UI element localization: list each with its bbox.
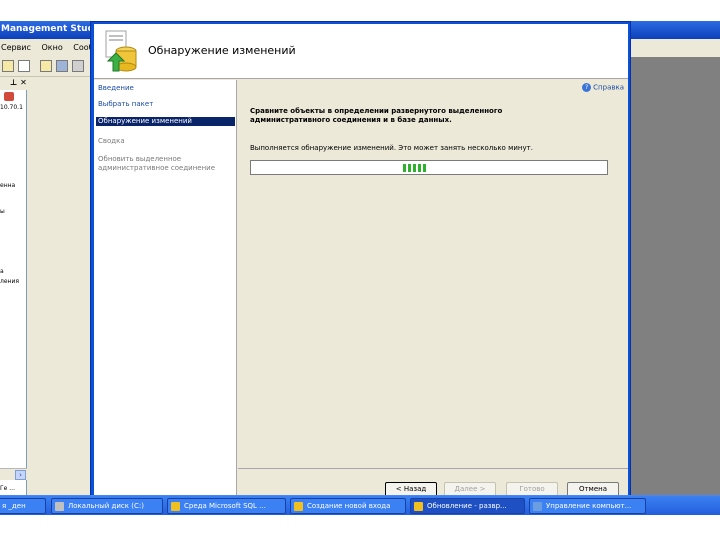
tree-node-fragment[interactable]: ления [0,278,19,285]
ssms-document-area [628,57,720,495]
menu-item-service[interactable]: Сервис [1,43,31,52]
wizard-dialog: Обнаружение изменений Введение Выбрать п… [90,21,631,499]
help-link[interactable]: ? Справка [582,83,624,92]
dialog-body: Обнаружение изменений Введение Выбрать п… [94,24,628,497]
nav-item-update[interactable]: Обновить выделенное [96,155,235,164]
nav-item-introduction[interactable]: Введение [96,84,235,93]
taskbar-item-computer-management[interactable]: Управление компьют... [529,498,646,514]
dialog-title: Обнаружение изменений [148,44,296,57]
help-icon: ? [582,83,592,92]
tree-node-fragment[interactable]: ы [0,208,5,215]
taskbar-item-local-disk[interactable]: Локальный диск (C:) [51,498,163,514]
taskbar-item-update[interactable]: Обновление - развр... [410,498,525,514]
login-icon [294,502,303,511]
menu-item-window[interactable]: Окно [41,43,62,52]
wizard-content: ? Справка Сравните объекты в определении … [238,80,628,440]
status-text: Выполняется обнаружение изменений. Это м… [250,144,533,152]
progress-bar [250,160,608,175]
new-query-icon[interactable] [2,60,14,72]
progress-segment [423,164,426,172]
dialog-footer: < Назад Далее > Готово Отмена [238,468,628,497]
dialog-header: Обнаружение изменений [94,24,628,79]
panel-pin-close[interactable]: ⊥ ✕ [0,78,27,90]
progress-segment [408,164,411,172]
ssms-icon [171,502,180,511]
help-label: Справка [593,83,624,92]
database-update-icon [105,30,137,72]
connect-icon[interactable] [4,92,14,101]
progress-segment [403,164,406,172]
computer-icon [533,502,542,511]
nav-item-detect-changes[interactable]: Обнаружение изменений [96,117,235,126]
screen: Management Studio Сервис Окно Сооб ⊥ ✕ 1… [0,0,720,540]
taskbar-item-new-login[interactable]: Создание новой входа [290,498,406,514]
nav-item-select-package[interactable]: Выбрать пакет [96,100,235,109]
page-description: Сравните объекты в определении развернут… [250,107,503,124]
taskbar-item[interactable]: я _ден [0,498,46,514]
nav-item-summary[interactable]: Сводка [96,137,235,146]
desktop-bottom [0,516,720,540]
status-text: Ге ... [0,485,15,492]
progress-segment [418,164,421,172]
horizontal-scrollbar[interactable]: › [0,468,27,480]
taskbar: я _ден Локальный диск (C:) Среда Microso… [0,495,720,515]
tree-node-fragment[interactable]: а [0,268,4,275]
save-icon[interactable] [56,60,68,72]
open-folder-icon[interactable] [40,60,52,72]
scroll-right-icon[interactable]: › [15,470,26,480]
wizard-nav: Введение Выбрать пакет Обнаружение измен… [94,80,237,497]
drive-icon [55,502,64,511]
update-icon [414,502,423,511]
tree-node-server[interactable]: 10.70.1 [0,104,23,111]
nav-item-update-cont[interactable]: административное соединение [96,164,235,173]
tree-node-fragment[interactable]: енна [0,182,15,189]
new-file-icon[interactable] [18,60,30,72]
taskbar-item-ssms[interactable]: Среда Microsoft SQL ... [167,498,286,514]
save-all-icon[interactable] [72,60,84,72]
object-explorer-panel: ⊥ ✕ 10.70.1 енна ы а ления › Ге ... [0,78,27,495]
progress-segment [413,164,416,172]
